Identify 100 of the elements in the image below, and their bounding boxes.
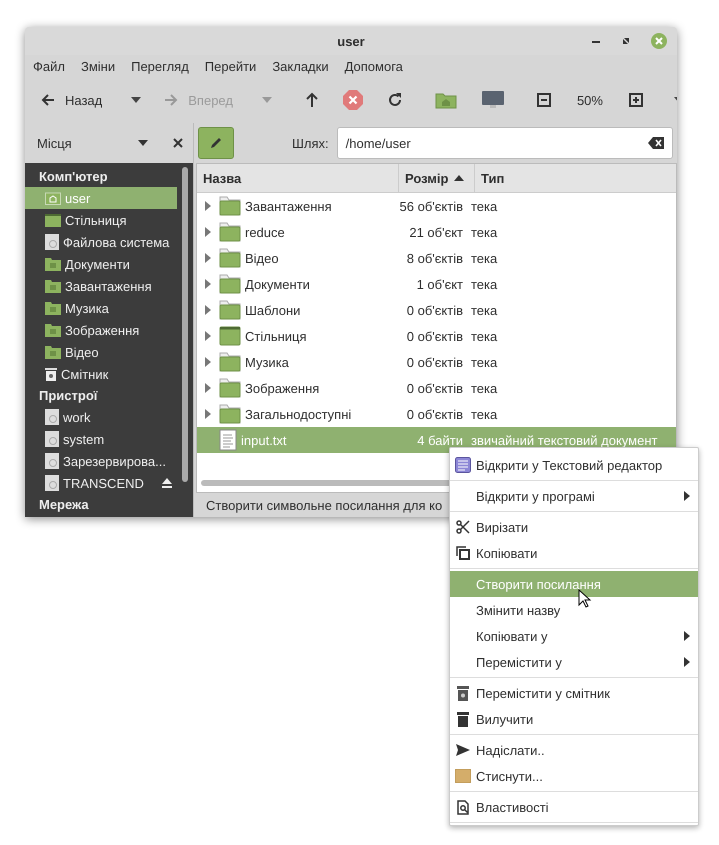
caret-icon[interactable]: [137, 139, 149, 147]
menu-item[interactable]: Перемістити у смітник: [450, 680, 698, 706]
scrollbar-thumb[interactable]: [182, 167, 188, 482]
path-label: Шлях:: [292, 136, 329, 150]
sidebar-item[interactable]: Зображення: [25, 319, 177, 341]
folder-icon: [219, 222, 241, 242]
column-header[interactable]: Тип: [475, 164, 676, 192]
submenu-arrow-icon: [684, 657, 690, 667]
expander-icon[interactable]: [205, 305, 211, 315]
folder-icon: [219, 352, 241, 372]
expander-icon[interactable]: [205, 357, 211, 367]
reload-icon[interactable]: [386, 92, 403, 108]
menu-item[interactable]: Властивості: [450, 794, 698, 820]
desktop-folder-icon: [219, 326, 241, 346]
arrow-left-icon: [41, 93, 55, 107]
text-editor-icon: [455, 457, 471, 473]
drive-icon: [45, 475, 59, 491]
file-row[interactable]: Зображення 0 об'єктів тека: [197, 375, 676, 401]
home-folder-icon[interactable]: [434, 91, 457, 109]
expander-icon[interactable]: [205, 279, 211, 289]
computer-icon[interactable]: [480, 90, 505, 110]
file-name: Завантаження: [245, 198, 332, 214]
menu-item[interactable]: Перегляд: [123, 58, 197, 74]
sidebar-item[interactable]: Музика: [25, 297, 177, 319]
zoom-in-icon[interactable]: [628, 93, 643, 107]
path-field[interactable]: /home/user: [336, 127, 673, 159]
close-icon[interactable]: [173, 138, 183, 148]
menu-item[interactable]: Файл: [25, 58, 73, 74]
menu-item[interactable]: Вилучити: [450, 706, 698, 732]
menu-item[interactable]: Надіслати..: [450, 737, 698, 763]
file-size: 0 об'єктів: [406, 302, 463, 318]
menu-item[interactable]: Закладки: [264, 58, 337, 74]
expander-icon[interactable]: [205, 227, 211, 237]
maximize-icon[interactable]: [621, 36, 631, 46]
sidebar-item[interactable]: Відео: [25, 341, 177, 363]
menu-item[interactable]: Стиснути...: [450, 763, 698, 789]
file-type: тека: [471, 328, 498, 344]
sidebar-item[interactable]: Документи: [25, 253, 177, 275]
document-search-icon: [457, 800, 469, 814]
desktop-folder-icon: [45, 213, 61, 227]
folder-icon: [219, 300, 241, 320]
menu-item[interactable]: Допомога: [336, 58, 411, 74]
section-heading: Комп'ютер: [38, 168, 109, 186]
clear-icon[interactable]: [648, 137, 664, 149]
menu-item[interactable]: Копіювати у: [450, 623, 698, 649]
menu-item[interactable]: Змінити назву: [450, 597, 698, 623]
file-row[interactable]: Завантаження 56 об'єктів тека: [197, 193, 676, 219]
section-heading: Пристрої: [38, 387, 99, 405]
menu-item[interactable]: Відкрити у Текстовий редактор: [450, 452, 698, 478]
sidebar-item[interactable]: system: [25, 428, 177, 450]
file-name: Документи: [245, 276, 310, 292]
sidebar-item[interactable]: Зарезервирова...: [25, 450, 177, 472]
folder-icon: [219, 248, 241, 268]
sidebar-item[interactable]: Смітник: [25, 363, 177, 385]
eject-icon[interactable]: [161, 477, 173, 489]
caret-icon[interactable]: [130, 96, 142, 104]
section-heading: Мережа: [38, 496, 90, 514]
expander-icon[interactable]: [205, 383, 211, 393]
folder-icon: [219, 378, 241, 398]
file-size: 0 об'єктів: [406, 406, 463, 422]
expander-icon[interactable]: [205, 253, 211, 263]
trash-icon: [457, 712, 469, 726]
menu-item[interactable]: Перейти: [196, 58, 264, 74]
file-type: тека: [471, 380, 498, 396]
menu-item[interactable]: Перемістити у: [450, 649, 698, 675]
menu-item[interactable]: Вирізати: [450, 514, 698, 540]
file-row[interactable]: reduce 21 об'єкт тека: [197, 219, 676, 245]
sidebar-item[interactable]: TRANSCEND: [25, 472, 177, 494]
archive-icon: [455, 769, 471, 783]
file-type: звичайний текстовий документ: [471, 432, 658, 448]
file-type: тека: [471, 198, 498, 214]
file-row[interactable]: Музика 0 об'єктів тека: [197, 349, 676, 375]
stop-icon[interactable]: [342, 90, 363, 110]
menu-item[interactable]: Зміни: [72, 58, 124, 74]
file-row[interactable]: Документи 1 об'єкт тека: [197, 271, 676, 297]
back-button[interactable]: Назад: [39, 88, 104, 112]
file-size: 4 байти: [417, 432, 463, 448]
file-size: 21 об'єкт: [409, 224, 463, 240]
menu-item[interactable]: Копіювати: [450, 540, 698, 566]
sidebar-item[interactable]: Файлова система: [25, 231, 177, 253]
file-row[interactable]: Відео 8 об'єктів тека: [197, 245, 676, 271]
file-row[interactable]: Стільниця 0 об'єктів тека: [197, 323, 676, 349]
sidebar-item[interactable]: Стільниця: [25, 209, 177, 231]
folder-icon: [45, 345, 61, 359]
sidebar-item[interactable]: work: [25, 406, 177, 428]
file-row[interactable]: Загальнодоступні 0 об'єктів тека: [197, 401, 676, 427]
sidebar-item[interactable]: Завантаження: [25, 275, 177, 297]
zoom-out-icon[interactable]: [536, 93, 551, 107]
expander-icon[interactable]: [205, 201, 211, 211]
arrow-up-icon[interactable]: [304, 92, 319, 108]
expander-icon[interactable]: [205, 331, 211, 341]
folder-icon: [45, 279, 61, 293]
status-text: Створити символьне посилання для ко: [206, 498, 442, 512]
file-row[interactable]: Шаблони 0 об'єктів тека: [197, 297, 676, 323]
folder-icon: [219, 196, 241, 216]
column-header[interactable]: Назва: [197, 164, 399, 192]
expander-icon[interactable]: [205, 409, 211, 419]
column-header[interactable]: Розмір: [399, 164, 475, 192]
edit-path-button[interactable]: [198, 127, 234, 159]
menu-item[interactable]: Відкрити у програмі: [450, 483, 698, 509]
